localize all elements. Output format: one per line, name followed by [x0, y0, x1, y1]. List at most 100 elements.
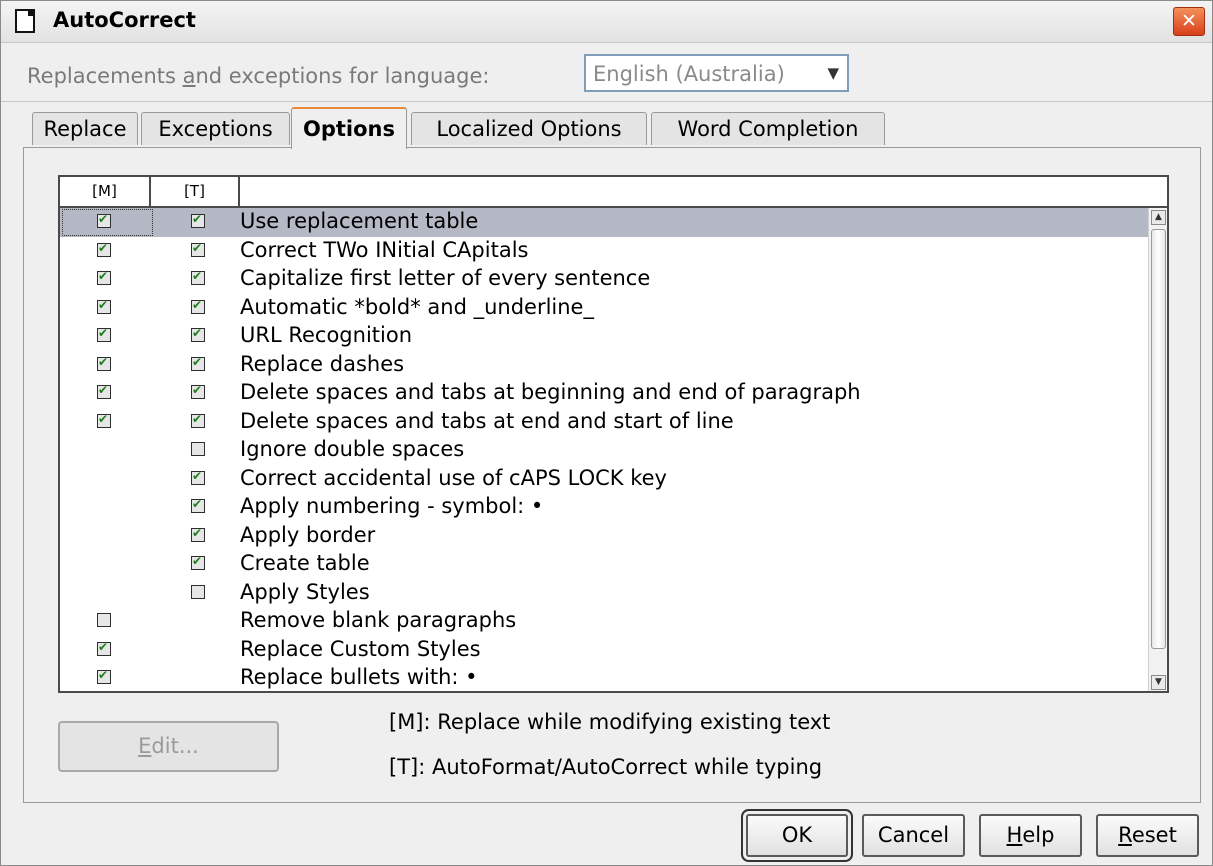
option-row[interactable]: Delete spaces and tabs at end and start … [60, 408, 1150, 437]
reset-button-label: eset [1131, 823, 1177, 847]
option-row[interactable]: Replace dashes [60, 351, 1150, 380]
reset-button-mnemonic: R [1118, 823, 1132, 847]
column-header-m[interactable]: [M] [60, 177, 149, 206]
dialog-title: AutoCorrect [53, 8, 196, 32]
option-row[interactable]: Capitalize first letter of every sentenc… [60, 265, 1150, 294]
column-header-t[interactable]: [T] [151, 177, 238, 206]
checkbox-t[interactable] [191, 269, 205, 285]
language-label-part: Replacements [27, 64, 183, 88]
help-button-mnemonic: H [1006, 823, 1023, 847]
option-row[interactable]: URL Recognition [60, 322, 1150, 351]
checkbox-t[interactable] [191, 412, 205, 428]
ok-button[interactable]: OK [746, 814, 848, 857]
chevron-down-icon[interactable]: ▼ [827, 64, 839, 82]
option-row[interactable]: Create table [60, 550, 1150, 579]
option-row[interactable]: Use replacement table [60, 208, 1150, 237]
checkbox-m[interactable] [97, 668, 111, 684]
edit-button[interactable]: Edit... [58, 721, 279, 772]
language-label-mnemonic: a [182, 64, 196, 88]
checkbox-t[interactable] [191, 241, 205, 257]
option-row[interactable]: Replace bullets with: • [60, 664, 1150, 691]
option-label: Apply border [240, 522, 376, 547]
language-label: Replacements and exceptions for language… [27, 64, 489, 88]
option-label: Apply Styles [240, 579, 370, 604]
option-row[interactable]: Apply numbering - symbol: • [60, 493, 1150, 522]
tab-exceptions[interactable]: Exceptions [141, 112, 290, 145]
autocorrect-dialog: AutoCorrect ✕ Replacements and exception… [0, 0, 1213, 866]
options-list: [M] [T] Use replacement table Correct TWo… [58, 175, 1169, 693]
checkbox-t[interactable] [191, 298, 205, 314]
checkbox-m[interactable] [97, 412, 111, 428]
option-row[interactable]: Correct TWo INitial CApitals [60, 237, 1150, 266]
option-label: Replace bullets with: • [240, 665, 478, 689]
edit-button-label: dit... [151, 734, 199, 758]
option-row[interactable]: Apply border [60, 522, 1150, 551]
checkbox-m[interactable] [97, 269, 111, 285]
cancel-button[interactable]: Cancel [862, 814, 965, 857]
language-select-value: English (Australia) [593, 62, 785, 86]
option-label: Correct accidental use of cAPS LOCK key [240, 465, 667, 490]
checkbox-t[interactable] [191, 212, 205, 228]
option-label: Delete spaces and tabs at end and start … [240, 408, 734, 433]
option-label: Create table [240, 551, 370, 575]
legend-t: [T]: AutoFormat/AutoCorrect while typing [389, 755, 823, 779]
option-row[interactable]: Ignore double spaces [60, 436, 1150, 465]
vertical-scrollbar[interactable]: ▲ ▼ [1148, 208, 1167, 691]
legend-m: [M]: Replace while modifying existing te… [389, 710, 831, 734]
option-row[interactable]: Replace Custom Styles [60, 636, 1150, 665]
option-row[interactable]: Apply Styles [60, 579, 1150, 608]
option-label: Automatic *bold* and _underline_ [240, 294, 594, 319]
help-button[interactable]: Help [979, 814, 1082, 857]
option-row[interactable]: Remove blank paragraphs [60, 607, 1150, 636]
checkbox-m[interactable] [97, 241, 111, 257]
option-label: Replace dashes [240, 351, 405, 376]
scrollbar-thumb[interactable] [1151, 229, 1166, 649]
checkbox-t[interactable] [191, 526, 205, 542]
scroll-down-icon[interactable]: ▼ [1151, 675, 1166, 690]
checkbox-t[interactable] [191, 469, 205, 485]
checkbox-m[interactable] [97, 383, 111, 399]
option-label: Delete spaces and tabs at beginning and … [240, 380, 861, 404]
options-rows: Use replacement table Correct TWo INitial… [60, 208, 1150, 691]
tab-localized-options[interactable]: Localized Options [411, 112, 647, 145]
language-select[interactable]: English (Australia) ▼ [584, 54, 849, 92]
checkbox-t[interactable] [191, 355, 205, 371]
checkbox-m[interactable] [97, 212, 111, 228]
option-label: Ignore double spaces [240, 437, 465, 461]
tab-word-completion[interactable]: Word Completion [651, 112, 885, 145]
option-row[interactable]: Delete spaces and tabs at beginning and … [60, 379, 1150, 408]
checkbox-t[interactable] [191, 326, 205, 342]
checkbox-t[interactable] [191, 554, 205, 570]
help-button-label: elp [1022, 823, 1055, 847]
document-icon [15, 9, 35, 33]
language-label-part: nd exceptions for language: [195, 64, 490, 88]
option-label: Correct TWo INitial CApitals [240, 237, 529, 262]
option-label: Capitalize first letter of every sentenc… [240, 266, 651, 290]
checkbox-t[interactable] [191, 584, 205, 599]
option-label: Remove blank paragraphs [240, 608, 517, 632]
checkbox-m[interactable] [97, 640, 111, 656]
title-bar: AutoCorrect ✕ [1, 1, 1212, 43]
edit-button-mnemonic: E [138, 734, 152, 758]
checkbox-m[interactable] [97, 326, 111, 342]
checkbox-m[interactable] [97, 298, 111, 314]
option-row[interactable]: Automatic *bold* and _underline_ [60, 294, 1150, 323]
checkbox-t[interactable] [191, 497, 205, 513]
option-label: Apply numbering - symbol: • [240, 494, 544, 518]
checkbox-t[interactable] [191, 442, 205, 456]
tab-options[interactable]: Options [291, 107, 407, 149]
separator [1, 101, 1212, 102]
checkbox-m[interactable] [97, 355, 111, 371]
checkbox-m[interactable] [97, 613, 111, 627]
column-divider[interactable] [238, 177, 240, 206]
scroll-up-icon[interactable]: ▲ [1151, 210, 1166, 225]
checkbox-t[interactable] [191, 383, 205, 399]
tab-replace[interactable]: Replace [32, 112, 138, 145]
close-icon[interactable]: ✕ [1181, 10, 1197, 32]
close-button[interactable]: ✕ [1173, 7, 1205, 36]
reset-button[interactable]: Reset [1096, 814, 1199, 857]
option-label: Use replacement table [240, 209, 479, 233]
options-list-header: [M] [T] [60, 177, 1167, 208]
option-label: URL Recognition [240, 323, 412, 347]
option-row[interactable]: Correct accidental use of cAPS LOCK key [60, 465, 1150, 494]
